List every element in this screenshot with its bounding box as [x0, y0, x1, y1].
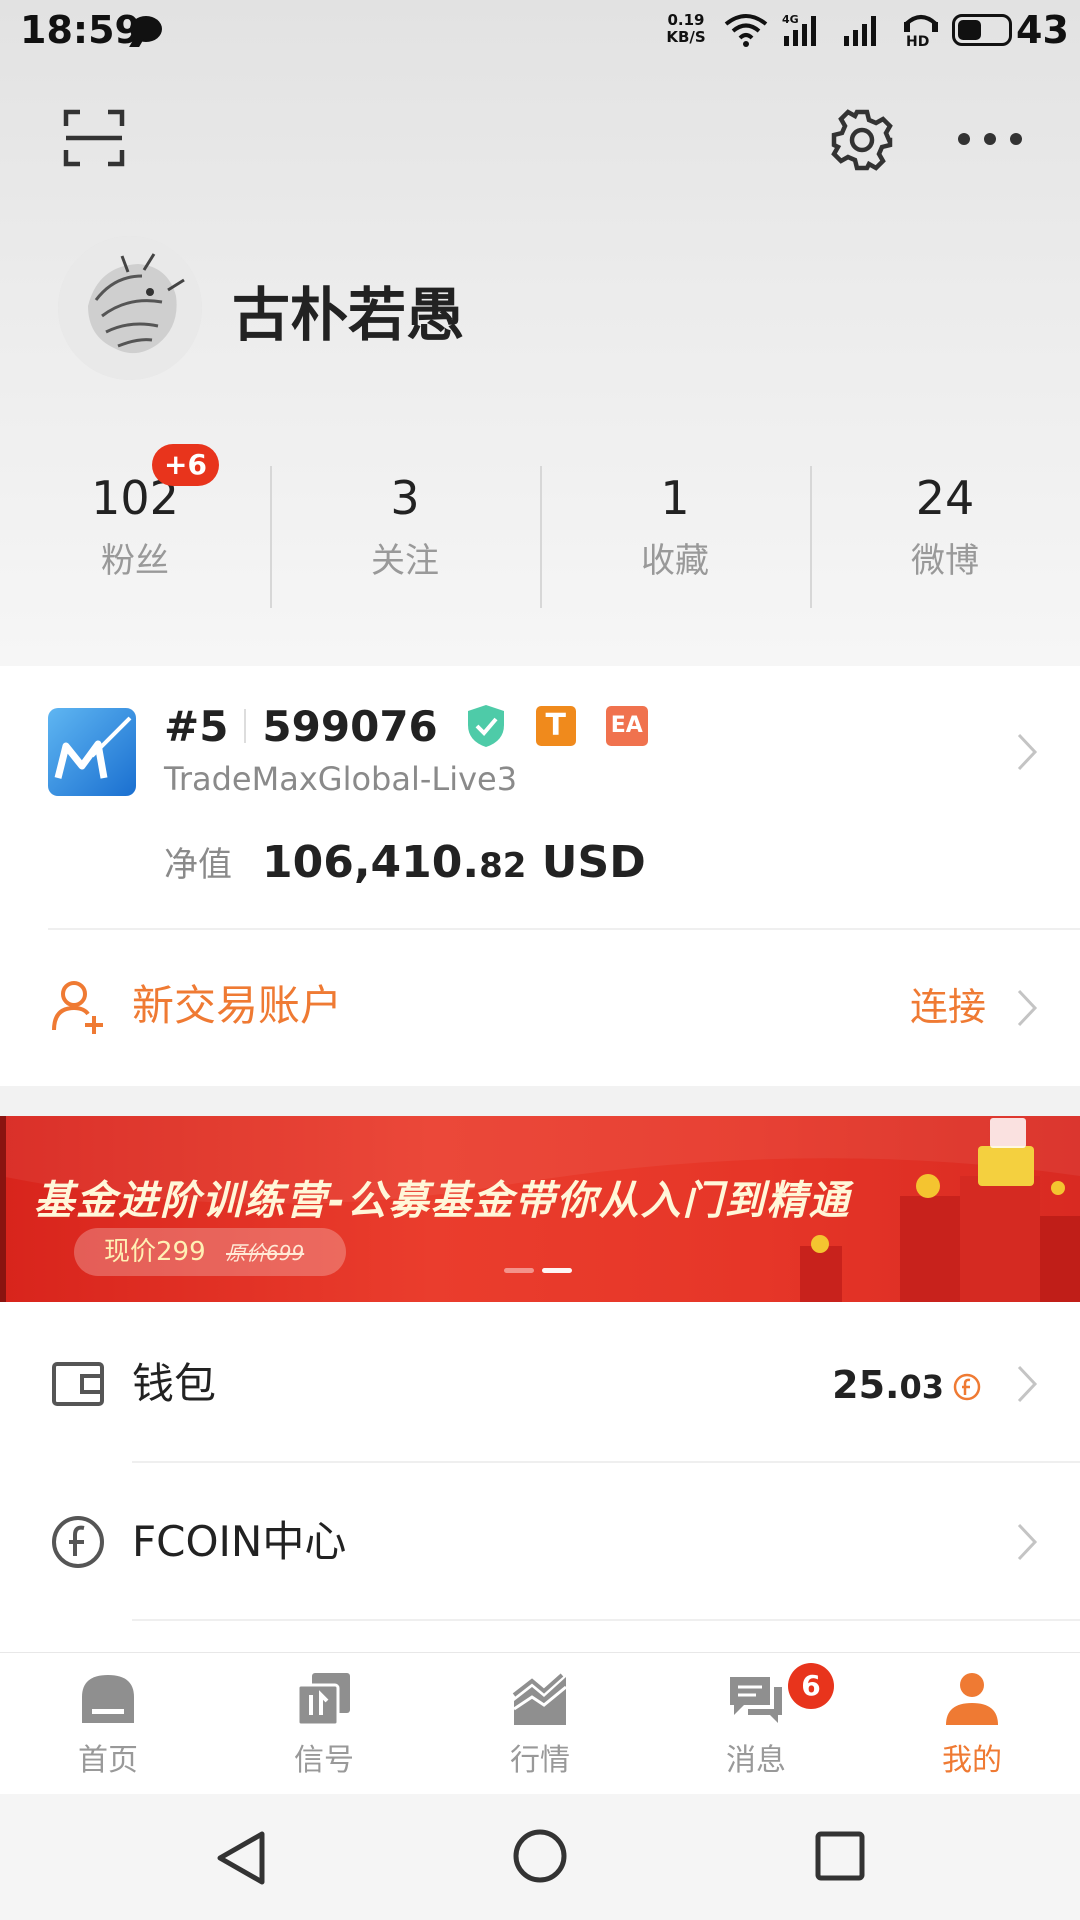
- equity-cents: 82: [479, 846, 527, 886]
- carousel-indicator: [504, 1268, 572, 1273]
- divider: [132, 1461, 1080, 1463]
- stat-label: 微博: [911, 541, 979, 581]
- battery-fill: [958, 20, 982, 40]
- wallet-balance: 25.03: [832, 1358, 944, 1414]
- wallet-label: 钱包: [132, 1359, 217, 1408]
- connect-button[interactable]: 连接: [910, 980, 986, 1034]
- stat-following[interactable]: 3 关注: [270, 466, 540, 608]
- tab-me[interactable]: 我的: [864, 1653, 1080, 1794]
- equity-value: 106,410.82 USD: [262, 830, 646, 899]
- wifi-icon: [724, 14, 768, 47]
- chevron-right-icon: [1017, 1365, 1038, 1403]
- unread-messages-badge: 6: [788, 1663, 834, 1709]
- carousel-dot-active: [542, 1268, 572, 1273]
- settings-gear-icon[interactable]: [830, 108, 894, 172]
- equity-main: 106,410.: [262, 837, 480, 888]
- section-gap: [0, 1086, 1080, 1116]
- new-account-label: 新交易账户: [132, 981, 343, 1030]
- divider: [132, 1619, 1080, 1621]
- account-rank: #5: [164, 701, 229, 751]
- hd-call-icon: HD: [904, 15, 938, 48]
- wallet-icon: [52, 1362, 104, 1406]
- trading-account-card: #5 599076 T EA TradeMaxGlobal-Live3 净值 1…: [0, 666, 1080, 1086]
- home-circle-icon[interactable]: [512, 1828, 568, 1884]
- stat-value: 3: [390, 471, 420, 525]
- wallet-balance-main: 25.: [832, 1363, 900, 1407]
- banner-original-price: 原价699: [226, 1241, 305, 1265]
- back-icon[interactable]: [214, 1830, 268, 1886]
- stat-label: 收藏: [641, 541, 709, 581]
- new-followers-badge: +6: [152, 444, 219, 486]
- tab-label: 我的: [942, 1743, 1002, 1778]
- tab-signals[interactable]: 信号: [216, 1653, 432, 1794]
- stat-value: 1: [660, 471, 690, 525]
- chevron-right-icon: [1017, 989, 1038, 1027]
- home-icon: [82, 1675, 134, 1723]
- message-notification-icon: [130, 16, 162, 42]
- tab-label: 信号: [294, 1743, 354, 1778]
- network-speed-value: 0.19: [667, 11, 705, 29]
- fcoin-center-label: FCOIN中心: [132, 1517, 347, 1566]
- chevron-right-icon: [1017, 1523, 1038, 1561]
- system-nav-bar: [0, 1794, 1080, 1920]
- tab-label: 首页: [78, 1743, 138, 1778]
- account-title: #5 599076 T EA: [164, 696, 648, 756]
- battery-level: 43: [1016, 8, 1069, 52]
- add-user-icon: [52, 981, 103, 1034]
- trademax-logo-icon: [48, 708, 136, 796]
- chevron-right-icon: [1017, 733, 1038, 771]
- tiger-avatar-image: [58, 236, 202, 380]
- stat-value: 102: [91, 471, 179, 525]
- account-server: TradeMaxGlobal-Live3: [164, 760, 518, 798]
- scan-icon[interactable]: [62, 108, 126, 168]
- network-type-label: 4G: [782, 13, 799, 26]
- profile-stats: 102 粉丝 +6 3 关注 1 收藏 24 微博: [0, 444, 1080, 608]
- tab-home[interactable]: 首页: [0, 1653, 216, 1794]
- tab-market[interactable]: 行情: [432, 1653, 648, 1794]
- stat-value: 24: [915, 471, 975, 525]
- t-badge: T: [535, 706, 576, 746]
- signals-icon: [296, 1673, 350, 1727]
- cellular-signal-4g-icon: 4G: [782, 13, 816, 46]
- equity-currency: USD: [541, 837, 646, 888]
- avatar[interactable]: [58, 236, 202, 380]
- recent-apps-icon[interactable]: [814, 1830, 866, 1882]
- ea-badge: EA: [605, 706, 648, 746]
- wallet-row[interactable]: 钱包 25.03: [0, 1306, 1080, 1464]
- stat-favorites[interactable]: 1 收藏: [540, 466, 810, 608]
- more-options-icon[interactable]: [954, 128, 1026, 150]
- stat-label: 关注: [371, 541, 439, 581]
- account-number: 599076: [262, 701, 438, 751]
- network-speed: 0.19 KB/S: [664, 12, 708, 46]
- profile-person-icon: [946, 1673, 998, 1725]
- stat-followers[interactable]: 102 粉丝 +6: [0, 444, 270, 608]
- promo-banner[interactable]: 基金进阶训练营-公募基金带你从入门到精通 现价299 原价699: [0, 1116, 1080, 1302]
- market-chart-icon: [512, 1673, 567, 1725]
- hd-label: HD: [906, 34, 929, 48]
- wallet-balance-cents: 03: [899, 1368, 944, 1406]
- equity-label: 净值: [164, 845, 232, 885]
- cellular-signal-icon: [844, 16, 876, 46]
- messages-icon: [730, 1677, 782, 1723]
- account-row[interactable]: #5 599076 T EA TradeMaxGlobal-Live3 净值 1…: [0, 666, 1080, 926]
- title-separator: [244, 709, 247, 743]
- banner-title: 基金进阶训练营-公募基金带你从入门到精通: [34, 1178, 851, 1224]
- carousel-dot: [504, 1268, 534, 1273]
- network-speed-unit: KB/S: [666, 28, 706, 46]
- verified-shield-icon: [467, 705, 504, 747]
- fcoin-center-row[interactable]: FCOIN中心: [0, 1464, 1080, 1622]
- status-bar: 18:59 0.19 KB/S 4G HD 43: [0, 0, 1080, 62]
- tab-label: 消息: [726, 1743, 786, 1778]
- username[interactable]: 古朴若愚: [232, 268, 464, 352]
- bottom-tab-bar: 首页 信号 行情 消息 6 我的: [0, 1652, 1080, 1794]
- status-time: 18:59: [20, 8, 141, 52]
- banner-price: 现价299: [104, 1237, 206, 1267]
- stat-posts[interactable]: 24 微博: [810, 466, 1080, 608]
- tab-label: 行情: [510, 1743, 570, 1778]
- stat-label: 粉丝: [101, 541, 169, 581]
- fcoin-icon: [953, 1373, 981, 1401]
- fcoin-center-icon: [52, 1516, 104, 1568]
- battery-icon: [952, 14, 1012, 46]
- tab-messages[interactable]: 消息 6: [648, 1653, 864, 1794]
